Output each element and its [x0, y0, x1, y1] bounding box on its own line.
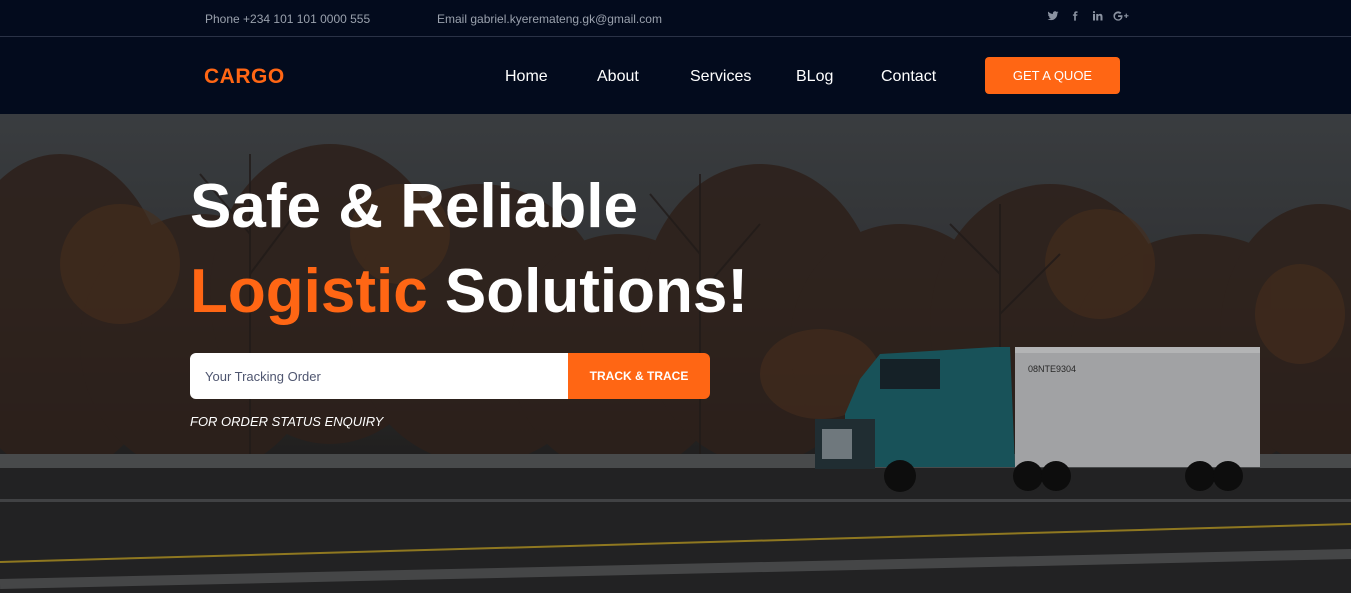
- twitter-icon[interactable]: [1046, 10, 1060, 26]
- social-links: [1046, 10, 1130, 26]
- nav-link-home[interactable]: Home: [505, 68, 548, 86]
- hero-title-line2: Logistic Solutions!: [190, 257, 748, 327]
- hero-title-line1: Safe & Reliable: [190, 172, 638, 241]
- linkedin-icon[interactable]: [1090, 10, 1104, 26]
- order-status-enquiry-text: FOR ORDER STATUS ENQUIRY: [190, 414, 384, 429]
- google-plus-icon[interactable]: [1112, 10, 1130, 26]
- hero-section: 08NTE9304 Safe & Reliable Logistic Solut…: [0, 114, 1351, 593]
- main-navbar: CARGO Home About Services BLog Contact G…: [0, 37, 1351, 114]
- nav-link-contact[interactable]: Contact: [881, 68, 936, 86]
- hero-title-accent: Logistic: [190, 257, 428, 326]
- nav-link-about[interactable]: About: [597, 68, 639, 86]
- email-address: Email gabriel.kyeremateng.gk@gmail.com: [437, 12, 662, 26]
- facebook-icon[interactable]: [1068, 10, 1082, 26]
- nav-link-blog[interactable]: BLog: [796, 68, 833, 86]
- track-and-trace-button[interactable]: TRACK & TRACE: [568, 353, 710, 399]
- phone-number: Phone +234 101 101 0000 555: [205, 12, 371, 26]
- hero-title-rest: Solutions!: [427, 257, 748, 326]
- get-a-quote-button[interactable]: GET A QUOE: [985, 57, 1120, 94]
- nav-link-services[interactable]: Services: [690, 68, 751, 86]
- tracking-order-input[interactable]: [190, 353, 570, 399]
- top-info-bar: Phone +234 101 101 0000 555 Email gabrie…: [0, 0, 1351, 37]
- brand-logo[interactable]: CARGO: [204, 65, 285, 89]
